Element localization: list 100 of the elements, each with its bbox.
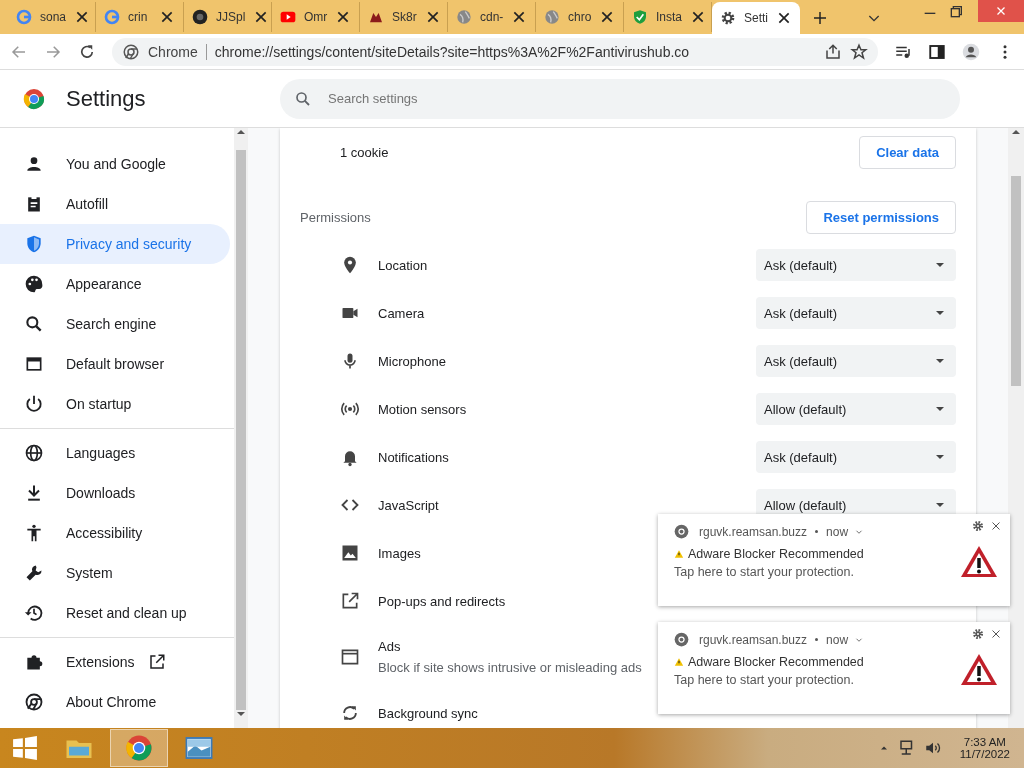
sidebar-item[interactable]: Privacy and security [0, 224, 230, 264]
permission-name: Motion sensors [378, 401, 467, 417]
sidebar-item[interactable]: Reset and clean up [0, 593, 230, 633]
settings-icon[interactable] [972, 628, 984, 640]
permission-dropdown[interactable]: Allow (default) [756, 393, 956, 425]
tab-title: cdn- [480, 10, 504, 24]
star-icon[interactable] [850, 42, 868, 61]
browser-tab[interactable]: Sk8r [360, 2, 448, 32]
cookie-count: 1 cookie [340, 144, 389, 160]
settings-icon[interactable] [972, 520, 984, 532]
browser-tab[interactable]: sona [8, 2, 96, 32]
shield-icon [24, 234, 44, 254]
tab-title: crin [128, 10, 149, 24]
browser-tab[interactable]: Omr [272, 2, 360, 32]
external-link-icon[interactable] [148, 653, 167, 671]
reset-permissions-button[interactable]: Reset permissions [806, 200, 956, 234]
browser-tab[interactable]: Setti [712, 2, 800, 34]
sidebar-item[interactable]: On startup [0, 384, 230, 424]
browser-tab[interactable]: chro [536, 2, 624, 32]
browser-window-icon [340, 647, 360, 667]
sidebar-item[interactable]: Appearance [0, 264, 230, 304]
scroll-up-arrow[interactable] [237, 128, 245, 136]
address-bar[interactable]: Chrome chrome://settings/content/siteDetails?site=https%3A%2F%2Fantivirushub.co [112, 37, 878, 66]
search-field[interactable]: Search settings [280, 78, 960, 119]
sidebar-item[interactable]: System [0, 553, 230, 593]
close-icon[interactable] [990, 520, 1002, 532]
tab-title: chro [568, 10, 592, 24]
close-icon[interactable] [990, 628, 1002, 640]
scroll-down-arrow[interactable] [237, 710, 245, 718]
palette-icon [24, 274, 44, 294]
tab-title: sona [40, 10, 67, 24]
permission-name: Location [378, 257, 428, 273]
browser-tab[interactable]: JJSpl [184, 2, 272, 32]
browser-tab[interactable]: cdn- [448, 2, 536, 32]
taskbar-app[interactable] [110, 729, 168, 767]
permission-name: Notifications [378, 449, 449, 465]
image-icon [340, 543, 360, 563]
scroll-up-arrow[interactable] [1012, 128, 1020, 136]
url-text: chrome://settings/content/siteDetails?site=https%3A%2F%2Fantivirushub.co [214, 43, 690, 60]
dot-separator-icon [815, 638, 819, 641]
scrollbar-thumb[interactable] [236, 150, 246, 710]
close-icon[interactable] [159, 9, 175, 25]
notification-message: Tap here to start your protection. [674, 673, 855, 687]
sidebar-item[interactable]: Downloads [0, 473, 230, 513]
new-tab-icon[interactable] [812, 10, 828, 26]
sidebar-item[interactable]: About Chrome [0, 682, 230, 722]
sidebar-item[interactable]: Languages [0, 433, 230, 473]
search-input[interactable]: Search settings [326, 90, 946, 107]
side-panel-icon[interactable] [928, 42, 946, 61]
clock-date[interactable]: 11/7/2022 [959, 748, 1010, 760]
permission-name: Microphone [378, 353, 446, 369]
maximize-icon[interactable] [948, 4, 964, 20]
globe-icon [24, 443, 44, 463]
dot-separator-icon [815, 530, 819, 533]
permission-dropdown[interactable]: Ask (default) [756, 297, 956, 329]
search-icon [294, 89, 312, 108]
permission-name: Background sync [378, 705, 478, 721]
permission-name: Pop-ups and redirects [378, 593, 506, 609]
close-icon [995, 5, 1007, 17]
globe-icon [456, 9, 472, 25]
browser-tab[interactable]: crin [96, 2, 184, 32]
notification-popup[interactable]: rguvk.reamsan.buzz now Adware Blocker Recommended Tap here to start your protection. [658, 514, 1010, 606]
open-in-new-icon [340, 591, 360, 611]
sidebar-item[interactable]: You and Google [0, 144, 230, 184]
scrollbar-thumb[interactable] [1011, 176, 1021, 386]
windows-logo-icon[interactable] [12, 735, 38, 761]
profile-icon[interactable] [962, 42, 980, 61]
permission-dropdown[interactable]: Ask (default) [756, 249, 956, 281]
notification-time: now [826, 632, 849, 647]
chrome-icon [124, 733, 154, 763]
history-icon [24, 603, 44, 623]
notification-popup[interactable]: rguvk.reamsan.buzz now Adware Blocker Recommended Tap here to start your protection. [658, 622, 1010, 714]
google-icon [16, 9, 32, 25]
round-logo-icon [192, 9, 208, 25]
permission-name: JavaScript [378, 497, 439, 513]
person-icon [24, 154, 44, 174]
chrome-icon [24, 692, 44, 712]
clock-time[interactable]: 7:33 AM [963, 736, 1006, 748]
browser-tab[interactable]: Insta [624, 2, 712, 32]
warning-sign-icon [960, 652, 998, 686]
chrome-icon [674, 524, 689, 539]
permission-dropdown[interactable]: Ask (default) [756, 345, 956, 377]
notification-time: now [826, 524, 849, 539]
sidebar-item[interactable]: Default browser [0, 344, 230, 384]
sidebar-item[interactable]: Autofill [0, 184, 230, 224]
permission-description: Block if site shows intrusive or misleading ads [378, 660, 642, 675]
sidebar-item[interactable]: Search engine [0, 304, 230, 344]
close-icon[interactable] [690, 9, 706, 25]
permission-name: Camera [378, 305, 425, 321]
sidebar-item[interactable]: Extensions [0, 642, 230, 682]
share-icon[interactable] [824, 42, 842, 61]
sidebar-item[interactable]: Accessibility [0, 513, 230, 553]
permission-dropdown[interactable]: Ask (default) [756, 441, 956, 473]
tab-title: Insta [656, 10, 682, 24]
warning-icon [674, 657, 684, 667]
tab-title: Omr [304, 10, 328, 24]
clear-data-button[interactable]: Clear data [859, 135, 956, 169]
reload-icon[interactable] [78, 42, 96, 61]
warning-icon [674, 549, 684, 559]
close-icon[interactable] [776, 10, 792, 26]
